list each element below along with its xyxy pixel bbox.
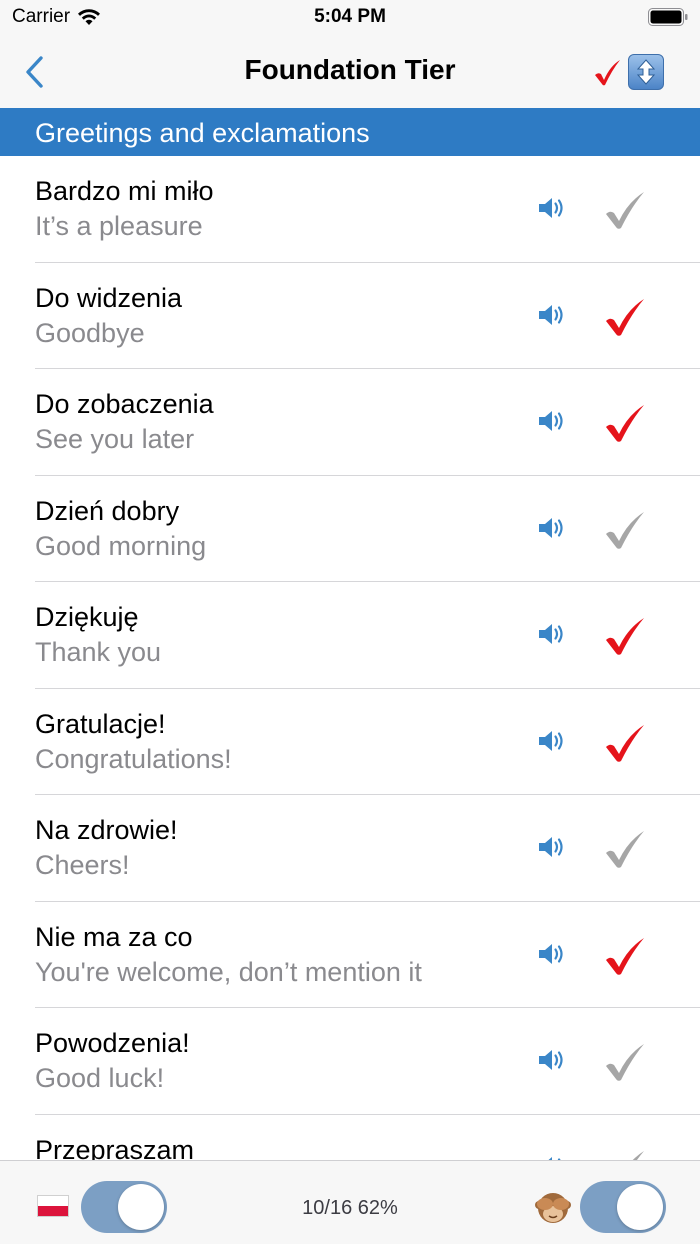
learned-check-icon[interactable] — [602, 827, 648, 871]
see-no-evil-monkey-icon — [535, 1193, 571, 1223]
phrase-polish: Do widzenia — [35, 282, 183, 313]
phrase-polish: Gratulacje! — [35, 708, 166, 739]
up-down-arrow-icon — [636, 59, 656, 85]
learned-check-icon[interactable] — [602, 401, 648, 445]
list-item[interactable]: Dziękuję Thank you — [0, 582, 700, 689]
learned-check-icon[interactable] — [602, 721, 648, 765]
list-item[interactable]: Powodzenia! Good luck! — [0, 1008, 700, 1115]
phrase-polish: Przepraszam — [35, 1134, 195, 1161]
learned-check-icon[interactable] — [602, 295, 648, 339]
navigation-bar: Foundation Tier — [0, 36, 700, 108]
speaker-icon[interactable] — [537, 194, 567, 222]
phrase-polish: Dzień dobry — [35, 495, 180, 526]
bottom-toolbar: 10/16 62% — [0, 1160, 700, 1244]
speaker-icon[interactable] — [537, 301, 567, 329]
phrase-english: You're welcome, don’t mention it — [35, 956, 422, 987]
phrase-polish: Na zdrowie! — [35, 815, 178, 845]
status-time: 5:04 PM — [314, 6, 386, 27]
learned-check-icon[interactable] — [602, 1147, 648, 1161]
phrase-polish: Bardzo mi miło — [35, 176, 214, 206]
phrase-english: See you later — [35, 424, 195, 454]
speaker-icon[interactable] — [537, 407, 567, 435]
list-item[interactable]: Do zobaczenia See you later — [0, 369, 700, 476]
phrase-english: Good luck! — [35, 1063, 165, 1093]
learned-check-icon[interactable] — [602, 508, 648, 552]
speaker-icon[interactable] — [537, 833, 567, 861]
check-icon[interactable] — [592, 56, 622, 88]
speaker-icon[interactable] — [537, 620, 567, 648]
sort-button[interactable] — [628, 54, 664, 90]
list-item[interactable]: Nie ma za co You're welcome, don’t menti… — [0, 902, 700, 1009]
hide-translation-toggle[interactable] — [580, 1181, 666, 1233]
speaker-icon[interactable] — [537, 940, 567, 968]
phrase-list[interactable]: Bardzo mi miło It’s a pleasure Do widzen… — [0, 156, 700, 1160]
phrase-english: Thank you — [35, 637, 162, 667]
toggle-knob — [617, 1184, 663, 1230]
phrase-english: Congratulations! — [35, 743, 232, 774]
learned-check-icon[interactable] — [602, 188, 648, 232]
phrase-polish: Do zobaczenia — [35, 389, 214, 419]
list-item[interactable]: Do widzenia Goodbye — [0, 263, 700, 370]
speaker-icon[interactable] — [537, 727, 567, 755]
learned-check-icon[interactable] — [602, 1040, 648, 1084]
phrase-polish: Powodzenia! — [35, 1028, 190, 1058]
section-title: Greetings and exclamations — [35, 118, 370, 148]
list-item[interactable]: Gratulacje! Congratulations! — [0, 689, 700, 796]
list-item[interactable]: Dzień dobry Good morning — [0, 476, 700, 583]
phrase-polish: Dziękuję — [35, 602, 139, 632]
section-header: Greetings and exclamations — [0, 108, 700, 156]
speaker-icon[interactable] — [537, 1153, 567, 1161]
phrase-english: Good morning — [35, 530, 207, 561]
phrase-polish: Nie ma za co — [35, 921, 193, 952]
speaker-icon[interactable] — [537, 514, 567, 542]
phrase-english: It’s a pleasure — [35, 211, 203, 241]
battery-icon — [648, 8, 688, 26]
phrase-english: Cheers! — [35, 850, 130, 880]
speaker-icon[interactable] — [537, 1046, 567, 1074]
list-item[interactable]: Na zdrowie! Cheers! — [0, 795, 700, 902]
phrase-english: Goodbye — [35, 317, 145, 348]
learned-check-icon[interactable] — [602, 614, 648, 658]
list-item[interactable]: Bardzo mi miło It’s a pleasure — [0, 156, 700, 263]
learned-check-icon[interactable] — [602, 934, 648, 978]
list-item[interactable]: Przepraszam — [0, 1115, 700, 1161]
status-bar: Carrier 5:04 PM — [0, 0, 700, 36]
